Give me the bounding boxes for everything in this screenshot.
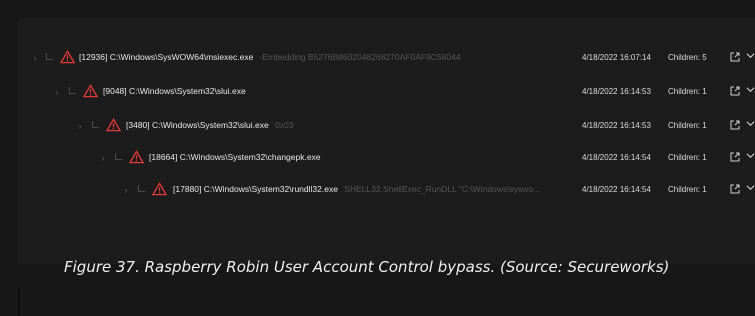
process-row[interactable]: › [12936] C:\Windows\SysWOW64\msiexec.ex… <box>18 47 755 69</box>
warning-triangle-icon <box>152 182 167 196</box>
children-count: Children: 1 <box>668 121 707 130</box>
process-pid: [18664] <box>149 152 178 162</box>
process-pid: [9048] <box>103 86 127 96</box>
process-tree: › [12936] C:\Windows\SysWOW64\msiexec.ex… <box>18 18 755 264</box>
process-pid: [3480] <box>126 120 150 130</box>
process-row[interactable]: › [17880] C:\Windows\System32\rundll32.e… <box>18 179 755 201</box>
process-args: SHELL32.ShellExec_RunDLL "C:\Windows\sys… <box>344 184 541 194</box>
process-timestamp: 4/18/2022 16:14:53 <box>582 121 651 130</box>
chevron-right-icon[interactable]: › <box>98 153 108 163</box>
process-pid: [12936] <box>79 52 108 62</box>
process-timestamp: 4/18/2022 16:14:54 <box>582 153 651 162</box>
open-external-icon[interactable] <box>730 152 740 162</box>
open-external-icon[interactable] <box>730 52 740 62</box>
tree-connector <box>92 121 99 128</box>
process-row[interactable]: › [18664] C:\Windows\System32\changepk.e… <box>18 147 755 169</box>
process-args: -Embedding B5276B8602048268270AF0AF9C580… <box>259 52 461 62</box>
warning-triangle-icon <box>83 84 98 98</box>
chevron-down-icon[interactable] <box>746 85 755 94</box>
warning-triangle-icon <box>60 50 75 64</box>
process-label: [18664] C:\Windows\System32\changepk.exe <box>149 152 325 162</box>
tree-connector <box>138 185 145 192</box>
tree-connector <box>115 153 122 160</box>
chevron-right-icon[interactable]: › <box>75 121 85 131</box>
chevron-down-icon[interactable] <box>746 151 755 160</box>
chevron-down-icon[interactable] <box>746 183 755 192</box>
process-label: [17880] C:\Windows\System32\rundll32.exe… <box>173 184 540 194</box>
children-count: Children: 5 <box>668 53 707 62</box>
process-timestamp: 4/18/2022 16:14:53 <box>582 87 651 96</box>
process-path: C:\Windows\System32\slui.exe <box>152 120 269 130</box>
warning-triangle-icon <box>106 118 121 132</box>
chevron-down-icon[interactable] <box>746 51 755 60</box>
chevron-right-icon[interactable]: › <box>52 87 62 97</box>
process-timestamp: 4/18/2022 16:07:14 <box>582 53 651 62</box>
process-path: C:\Windows\System32\changepk.exe <box>179 152 321 162</box>
divider <box>18 288 20 316</box>
open-external-icon[interactable] <box>730 184 740 194</box>
process-timestamp: 4/18/2022 16:14:54 <box>582 185 651 194</box>
process-path: C:\Windows\System32\rundll32.exe <box>203 184 338 194</box>
open-external-icon[interactable] <box>730 120 740 130</box>
chevron-right-icon[interactable]: › <box>121 185 131 195</box>
process-path: C:\Windows\SysWOW64\msiexec.exe <box>109 52 254 62</box>
chevron-right-icon[interactable]: › <box>30 53 40 63</box>
tree-connector <box>69 87 76 94</box>
figure-caption: Figure 37. Raspberry Robin User Account … <box>64 258 670 276</box>
process-pid: [17880] <box>173 184 202 194</box>
process-label: [9048] C:\Windows\System32\slui.exe <box>103 86 250 96</box>
children-count: Children: 1 <box>668 185 707 194</box>
children-count: Children: 1 <box>668 153 707 162</box>
warning-triangle-icon <box>129 150 144 164</box>
process-path: C:\Windows\System32\slui.exe <box>129 86 246 96</box>
process-label: [3480] C:\Windows\System32\slui.exe 0x03 <box>126 120 294 130</box>
open-external-icon[interactable] <box>730 86 740 96</box>
process-row[interactable]: › [3480] C:\Windows\System32\slui.exe 0x… <box>18 115 755 137</box>
process-label: [12936] C:\Windows\SysWOW64\msiexec.exe … <box>79 52 461 62</box>
tree-connector <box>46 53 53 60</box>
process-row[interactable]: › [9048] C:\Windows\System32\slui.exe 4/… <box>18 81 755 103</box>
chevron-down-icon[interactable] <box>746 119 755 128</box>
children-count: Children: 1 <box>668 87 707 96</box>
process-args: 0x03 <box>275 120 294 130</box>
